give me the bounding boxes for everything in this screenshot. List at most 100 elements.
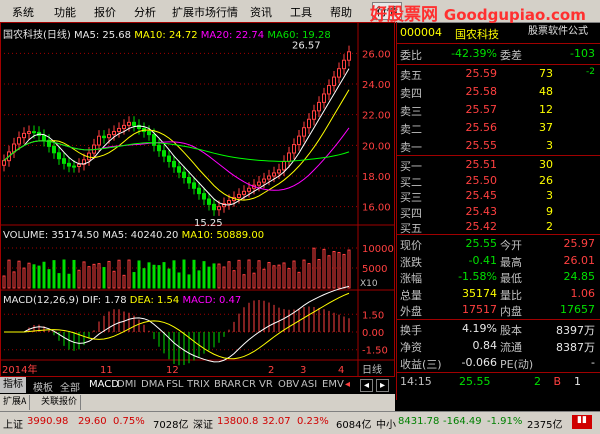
menu-analysis[interactable]: 分析	[134, 4, 156, 20]
volume-bar	[277, 264, 281, 289]
candle	[312, 110, 316, 120]
tab-macd[interactable]: MACD	[89, 379, 119, 390]
candle	[57, 152, 61, 160]
tab-cr[interactable]: CR	[242, 379, 256, 390]
alert-icon[interactable]: ▮▮	[572, 415, 592, 429]
kline-legend: 国农科技(日线) MA5: 25.68 MA10: 24.72 MA20: 22…	[3, 26, 331, 41]
stat2-row[interactable]: 净资 0.84 流通 8387万	[397, 338, 600, 355]
candle	[172, 160, 176, 168]
stat-row[interactable]: 现价 25.55 今开 25.97	[397, 236, 600, 253]
candle	[67, 162, 71, 167]
volume-tick-label: 5000	[362, 264, 387, 275]
candle	[207, 198, 211, 205]
stat-row[interactable]: 涨幅 -1.58% 最低 24.85	[397, 269, 600, 286]
chart-canvas[interactable]: 26.0024.0022.0020.0018.0016.0026.5715.25…	[0, 22, 395, 377]
menu-news[interactable]: 资讯	[250, 4, 272, 20]
tab-dma[interactable]: DMA	[141, 379, 164, 390]
low-label: 15.25	[194, 218, 223, 229]
stat-row[interactable]: 总量 35174 量比 1.06	[397, 286, 600, 303]
candle	[127, 121, 131, 126]
volume-bar	[7, 259, 11, 289]
macd-value: MACD: 0.47	[182, 295, 242, 306]
volume-bar	[157, 265, 161, 289]
tab-vr[interactable]: VR	[259, 379, 273, 390]
bid-row[interactable]: 买四 25.43 9	[397, 204, 600, 221]
volume-bar	[52, 260, 56, 289]
stat-row[interactable]: 外盘 17517 内盘 17657	[397, 302, 600, 319]
tab-indicator[interactable]: 指标	[0, 377, 26, 393]
tab-extension-a[interactable]: 扩展A	[0, 395, 31, 410]
sz-index: 13800.8	[217, 416, 259, 427]
ask-row[interactable]: 卖一 25.55 3	[397, 138, 600, 155]
menu-system[interactable]: 系统	[12, 4, 34, 20]
tab-emv[interactable]: EMV	[322, 379, 344, 390]
sh-percent: 0.75%	[113, 416, 145, 427]
tab-scroll-icon[interactable]: ◂	[345, 379, 350, 390]
tick-row[interactable]: 14:15 25.55 2 B 1	[397, 374, 600, 391]
tab-all[interactable]: 全部	[60, 379, 80, 394]
status-bar: 上证 3990.98 29.60 0.75% 7028亿 深证 13800.8 …	[0, 411, 600, 434]
tab-brar[interactable]: BRAR	[214, 379, 241, 390]
tab-scroll-right-icon[interactable]: ▸	[376, 379, 389, 392]
candle	[122, 124, 126, 129]
menu-tools[interactable]: 工具	[290, 4, 312, 20]
tab-asi[interactable]: ASI	[301, 379, 317, 390]
candle	[227, 200, 231, 205]
candle	[132, 121, 136, 126]
sz-amount: 6084亿	[336, 420, 372, 431]
tab-template[interactable]: 模板	[33, 379, 53, 394]
price-tick-label: 22.00	[362, 111, 391, 122]
volume-bar	[222, 266, 226, 289]
candle	[277, 169, 281, 174]
menu-function[interactable]: 功能	[54, 4, 76, 20]
bid-row[interactable]: 买一 25.51 30	[397, 157, 600, 174]
sz-label: 深证	[193, 420, 213, 431]
tab-trix[interactable]: TRIX	[187, 379, 210, 390]
ask-row[interactable]: 卖五 25.59 73 -2	[397, 66, 600, 83]
indicator-tabbar: 指标 模板 全部 MACD DMI DMA FSL TRIX BRAR CR V…	[0, 377, 395, 394]
candle	[302, 127, 306, 137]
tab-obv[interactable]: OBV	[278, 379, 299, 390]
bid-row[interactable]: 买三 25.45 3	[397, 188, 600, 205]
candle	[332, 76, 336, 87]
ask-row[interactable]: 卖二 25.56 37	[397, 120, 600, 137]
stock-code: 000004	[400, 26, 442, 39]
candle	[267, 175, 271, 180]
tab-scroll-left-icon[interactable]: ◂	[360, 379, 373, 392]
menu-help[interactable]: 帮助	[330, 4, 352, 20]
tab-related-quote[interactable]: 关联报价	[38, 395, 82, 410]
volume-bar	[77, 269, 81, 289]
tab-dmi[interactable]: DMI	[117, 379, 136, 390]
ask-row[interactable]: 卖三 25.57 12	[397, 102, 600, 119]
candle	[262, 178, 266, 183]
chart-area[interactable]: 26.00 24.00 22.00 20.00 18.00 16.00 26.57 15.25…	[0, 22, 395, 377]
volume-bar	[37, 265, 41, 289]
ask-row[interactable]: 卖四 25.58 48	[397, 84, 600, 101]
volume-bar	[82, 261, 86, 289]
stat2-row[interactable]: 换手 4.19% 股本 8397万	[397, 321, 600, 338]
tab-fsl[interactable]: FSL	[166, 379, 184, 390]
sh-change: 29.60	[78, 416, 107, 427]
macd-tick-label: 1.50	[362, 310, 384, 321]
volume-bar	[227, 261, 231, 289]
volume-bar	[17, 260, 21, 289]
volume-bar	[242, 274, 246, 289]
stat2-row[interactable]: 收益(三) -0.066 PE(动) -	[397, 355, 600, 372]
menu-quote[interactable]: 报价	[94, 4, 116, 20]
volume-bar	[27, 262, 31, 289]
candle	[322, 93, 326, 103]
volume-bar	[212, 263, 216, 289]
volume-bar	[97, 263, 101, 289]
bid-row[interactable]: 买二 25.50 26	[397, 173, 600, 190]
volume-bar	[132, 272, 136, 289]
candle	[17, 137, 21, 145]
menu-extended-market[interactable]: 扩展市场行情	[172, 4, 238, 20]
date-tick-label: 12	[166, 365, 179, 376]
volume-tick-label: 10000	[362, 244, 394, 255]
volume-bar	[167, 268, 171, 289]
candle	[157, 144, 161, 152]
volume-bar	[332, 250, 336, 289]
volume-bar	[257, 260, 261, 289]
candle	[197, 187, 201, 195]
stat-row[interactable]: 涨跌 -0.41 最高 26.01	[397, 253, 600, 270]
